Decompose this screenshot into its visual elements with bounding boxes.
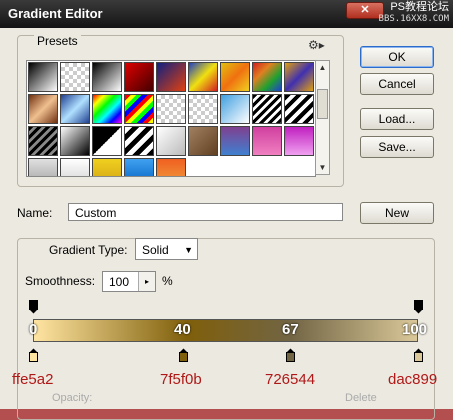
color-stop-0[interactable] [29, 348, 38, 362]
gradient-editor-window: Gradient Editor ✕ PS教程论坛 BBS.16XX8.COM P… [0, 0, 453, 420]
name-field[interactable]: Custom [68, 203, 343, 221]
ok-button[interactable]: OK [360, 46, 434, 68]
smoothness-value: 100 [109, 275, 130, 289]
opacity-stop-left[interactable] [29, 300, 38, 314]
hex-label-1: 7f5f0b [160, 371, 202, 388]
save-button[interactable]: Save... [360, 136, 434, 158]
hex-label-3: dac899 [388, 371, 438, 388]
preset-swatch[interactable] [220, 126, 250, 156]
window-title: Gradient Editor [8, 6, 103, 21]
watermark: PS教程论坛 BBS.16XX8.COM [379, 1, 449, 25]
watermark-line2: BBS.16XX8.COM [378, 14, 449, 24]
preset-swatch[interactable] [124, 94, 154, 124]
hex-label-0: ffe5a2 [12, 371, 54, 388]
location-label-2: 67 [282, 321, 299, 338]
presets-panel: Presets ⚙▸ ▲ ▼ [17, 34, 344, 187]
preset-swatch[interactable] [220, 62, 250, 92]
preset-swatch[interactable] [60, 94, 90, 124]
scroll-thumb[interactable] [317, 89, 328, 119]
color-stop-2[interactable] [286, 348, 295, 362]
preset-swatch[interactable] [156, 62, 186, 92]
preset-swatch[interactable] [124, 62, 154, 92]
location-label-3: 100 [402, 321, 428, 338]
opacity-stop-right[interactable] [414, 300, 423, 314]
smoothness-input[interactable]: 100 ▸ [102, 271, 156, 292]
preset-swatch[interactable] [92, 158, 122, 176]
preset-swatch[interactable] [252, 126, 282, 156]
smoothness-unit: % [162, 274, 173, 288]
gradient-type-select[interactable]: Solid ▼ [135, 238, 198, 260]
preset-swatch[interactable] [60, 158, 90, 176]
preset-swatch[interactable] [124, 126, 154, 156]
gradient-preview-bar[interactable] [33, 319, 418, 342]
preset-swatch[interactable] [92, 126, 122, 156]
name-label: Name: [17, 206, 53, 220]
hex-label-2: 726544 [265, 371, 316, 388]
preset-swatch[interactable] [28, 62, 58, 92]
preset-swatch[interactable] [124, 158, 154, 176]
preset-swatch[interactable] [284, 62, 314, 92]
preset-swatch[interactable] [252, 94, 282, 124]
watermark-line1: PS教程论坛 [390, 1, 449, 13]
preset-swatch[interactable] [28, 158, 58, 176]
color-stop-3[interactable] [414, 348, 423, 362]
delete-label: Delete [345, 392, 377, 404]
preset-swatch[interactable] [156, 158, 186, 176]
scroll-down-icon[interactable]: ▼ [316, 161, 329, 174]
preset-swatch[interactable] [188, 94, 218, 124]
preset-swatch[interactable] [284, 126, 314, 156]
presets-legend: Presets [34, 34, 81, 48]
preset-swatch[interactable] [188, 62, 218, 92]
new-button[interactable]: New [360, 202, 434, 224]
smoothness-arrow-icon[interactable]: ▸ [138, 272, 155, 291]
preset-swatch[interactable] [188, 126, 218, 156]
preset-swatch[interactable] [28, 126, 58, 156]
gear-icon[interactable]: ⚙▸ [308, 38, 325, 52]
preset-swatch[interactable] [92, 62, 122, 92]
location-label-0: 0 [29, 321, 38, 338]
gradient-type-value: Solid [142, 243, 169, 257]
preset-swatch[interactable] [60, 126, 90, 156]
preset-swatch[interactable] [92, 94, 122, 124]
preset-swatch[interactable] [28, 94, 58, 124]
preset-swatches [26, 60, 316, 177]
presets-scrollbar[interactable]: ▲ ▼ [315, 60, 330, 175]
chevron-down-icon: ▼ [184, 245, 193, 255]
opacity-label: Opacity: [52, 392, 93, 404]
scroll-up-icon[interactable]: ▲ [316, 61, 329, 74]
preset-swatch[interactable] [220, 94, 250, 124]
cancel-button[interactable]: Cancel [360, 73, 434, 95]
preset-swatch[interactable] [156, 94, 186, 124]
preset-swatch[interactable] [60, 62, 90, 92]
color-stop-1[interactable] [179, 348, 188, 362]
smoothness-label: Smoothness: [25, 274, 96, 288]
preset-swatch[interactable] [156, 126, 186, 156]
gradient-type-label: Gradient Type: [46, 243, 131, 257]
preset-swatch[interactable] [284, 94, 314, 124]
load-button[interactable]: Load... [360, 108, 434, 130]
preset-swatch[interactable] [252, 62, 282, 92]
location-label-1: 40 [174, 321, 191, 338]
title-bar: Gradient Editor ✕ PS教程论坛 BBS.16XX8.COM [0, 0, 453, 28]
